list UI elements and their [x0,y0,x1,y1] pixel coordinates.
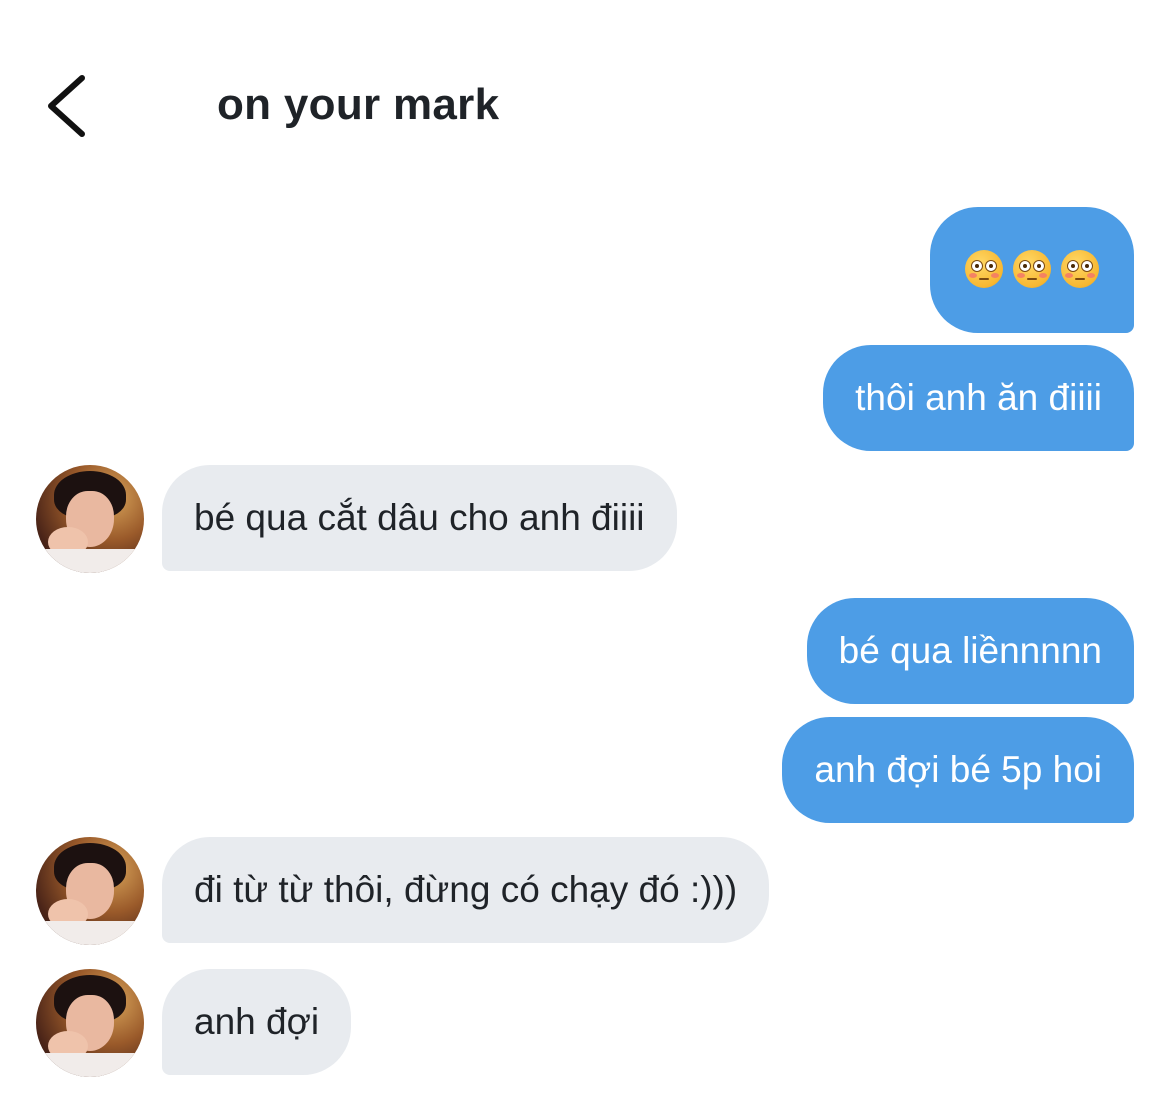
incoming-message[interactable]: anh đợi [162,969,352,1075]
chevron-left-icon [48,75,85,137]
incoming-message[interactable]: đi từ từ thôi, đừng có chạy đó :))) [162,837,770,943]
back-button[interactable] [30,60,110,150]
flushed-face-icon [1013,250,1051,289]
outgoing-message[interactable]: thôi anh ăn điiii [823,345,1134,451]
conversation-header: on your mark [0,0,1169,180]
conversation-title: on your mark [217,80,500,129]
contact-avatar[interactable] [36,465,144,573]
flushed-face-icon [965,250,1003,289]
emoji-row [965,250,1099,289]
outgoing-message-emoji[interactable] [930,207,1134,333]
flushed-face-icon [1061,250,1099,289]
incoming-message[interactable]: bé qua cắt dâu cho anh điiii [162,465,677,571]
outgoing-message[interactable]: bé qua liềnnnnn [806,598,1134,704]
contact-avatar[interactable] [36,837,144,945]
contact-avatar[interactable] [36,969,144,1077]
outgoing-message[interactable]: anh đợi bé 5p hoi [782,717,1134,823]
